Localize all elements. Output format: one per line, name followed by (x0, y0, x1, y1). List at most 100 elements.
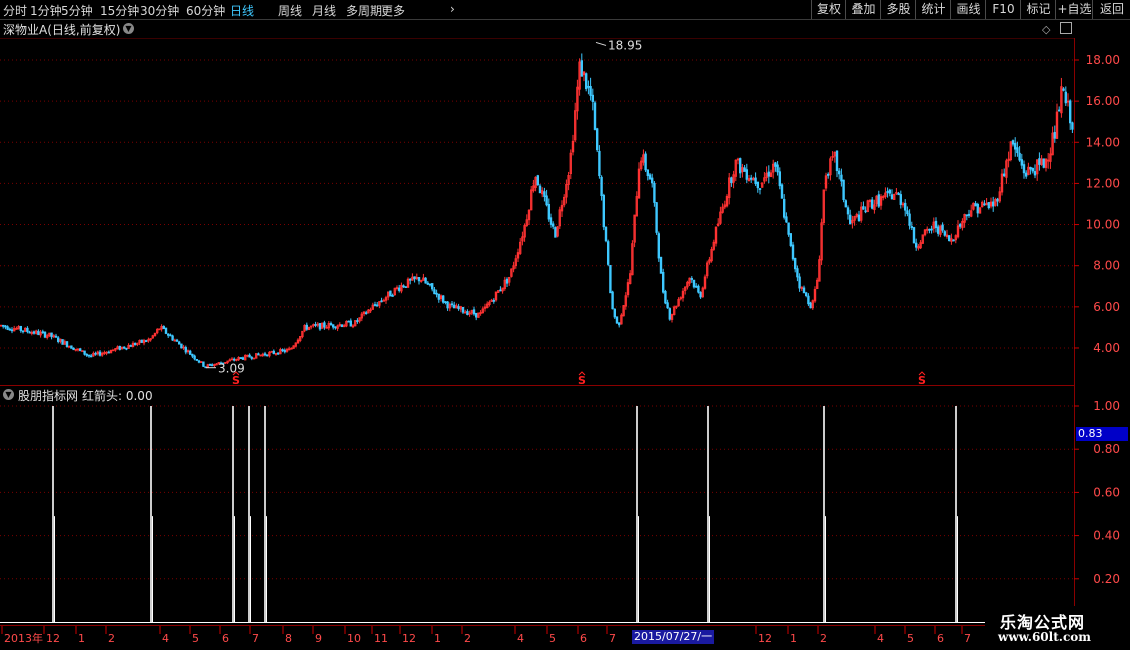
candle-body (530, 189, 533, 211)
candle-body (85, 353, 89, 356)
candle-body (373, 304, 377, 306)
candle-body (516, 252, 520, 259)
candle-body (298, 336, 302, 341)
candle-body (503, 279, 507, 289)
candle-body (668, 308, 672, 320)
candle-body (287, 348, 291, 351)
toolbar-button-5[interactable]: F10 (985, 0, 1021, 19)
candle-body (246, 354, 249, 357)
candle-body (622, 305, 625, 317)
period-10[interactable]: 更多 (381, 2, 405, 19)
time-tick-label: 2 (820, 632, 827, 645)
candle-body (1016, 147, 1019, 154)
candle-body (712, 241, 716, 250)
period-2[interactable]: 5分钟 (61, 2, 93, 19)
candle-body (136, 342, 139, 345)
candle-body (1036, 159, 1039, 175)
toolbar-button-0[interactable]: 复权 (811, 0, 846, 19)
time-tick-label: 6 (222, 632, 229, 645)
indicator-current-value: 0.83 (1076, 427, 1128, 441)
candle-body (228, 359, 232, 362)
toolbar-button-1[interactable]: 叠加 (845, 0, 881, 19)
price-tick-label: 8.00 (1093, 259, 1120, 273)
candle-body (591, 94, 595, 102)
candle-body (210, 364, 214, 367)
candle-body (662, 271, 665, 293)
candle-body (901, 203, 905, 206)
time-tick-label: 5 (907, 632, 914, 645)
candle-body (690, 278, 694, 280)
toolbar-button-7[interactable]: +自选 (1055, 0, 1093, 19)
time-tick-label: 8 (285, 632, 292, 645)
candle-body (624, 295, 628, 307)
period-5[interactable]: 60分钟 (186, 2, 225, 19)
candle-body (739, 158, 742, 174)
chevron-down-icon[interactable]: ▼ (3, 389, 14, 400)
period-3[interactable]: 15分钟 (100, 2, 139, 19)
panel-toggle-icon[interactable] (1060, 22, 1072, 34)
period-9[interactable]: 多周期 (346, 2, 382, 19)
candle-body (765, 172, 768, 179)
candle-body (494, 291, 498, 301)
candle-body (904, 202, 907, 211)
period-0[interactable]: 分时 (3, 2, 27, 19)
indicator-tick-label: 0.60 (1093, 485, 1120, 499)
candle-body (402, 285, 405, 288)
period-8[interactable]: 月线 (312, 2, 336, 19)
candle-body (76, 348, 80, 351)
toolbar-button-3[interactable]: 统计 (915, 0, 951, 19)
candle-body (728, 177, 731, 199)
candle-body (899, 194, 903, 205)
candle-body (787, 222, 790, 235)
diamond-icon[interactable]: ◇ (1042, 23, 1050, 36)
candle-body (1014, 142, 1017, 150)
candle-body (336, 325, 339, 329)
period-4[interactable]: 30分钟 (140, 2, 179, 19)
toolbar-button-8[interactable]: 返回 (1092, 0, 1130, 19)
candle-body (961, 220, 964, 229)
candle-body (822, 189, 826, 223)
period-1[interactable]: 1分钟 (30, 2, 62, 19)
toolbar-button-6[interactable]: 标记 (1020, 0, 1056, 19)
candle-body (543, 191, 546, 197)
candle-body (1020, 159, 1024, 166)
toolbar-button-2[interactable]: 多股 (880, 0, 916, 19)
candle-body (424, 277, 427, 284)
chevron-right-icon[interactable]: › (450, 2, 455, 16)
candle-body (397, 287, 401, 291)
candle-body (697, 285, 700, 293)
chevron-down-icon[interactable]: ▼ (123, 23, 134, 34)
time-tick-label: 4 (877, 632, 884, 645)
candle-body (769, 172, 773, 177)
candle-body (338, 324, 342, 327)
candle-body (956, 225, 960, 238)
candle-body (239, 357, 243, 359)
candle-body (8, 328, 12, 331)
candle-body (0, 324, 3, 327)
candle-body (809, 302, 812, 309)
candle-body (835, 150, 839, 172)
candle-body (987, 202, 991, 209)
period-6[interactable]: 日线 (230, 2, 254, 19)
candle-body (1042, 158, 1046, 168)
candle-body (897, 192, 900, 196)
candle-body (613, 308, 617, 318)
candle-body (426, 282, 430, 285)
candle-body (560, 204, 564, 212)
candle-body (279, 349, 282, 355)
candle-body (98, 351, 102, 356)
candle-body (954, 235, 958, 241)
candle-body (254, 353, 258, 359)
candle-body (741, 167, 744, 173)
candle-body (296, 339, 300, 344)
time-tick-label: 2 (108, 632, 115, 645)
candle-body (864, 210, 867, 213)
toolbar-button-4[interactable]: 画线 (950, 0, 986, 19)
candle-body (268, 351, 271, 357)
candle-body (483, 306, 487, 309)
candle-body (384, 297, 388, 301)
candle-body (838, 170, 841, 175)
candle-body (970, 210, 973, 217)
period-7[interactable]: 周线 (278, 2, 302, 19)
candle-body (202, 361, 205, 367)
